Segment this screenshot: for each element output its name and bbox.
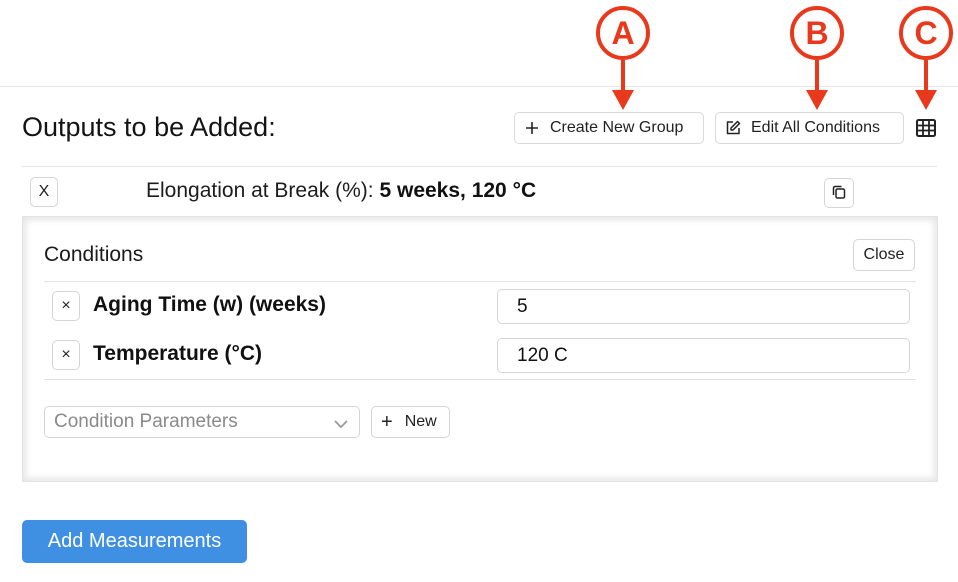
callout-c-arrow [924, 60, 928, 92]
output-property: Elongation at Break (%): [146, 179, 374, 202]
create-new-group-label: Create New Group [550, 119, 684, 136]
table-icon[interactable] [915, 118, 937, 138]
condition-label: Aging Time (w) (weeks) [93, 293, 326, 316]
remove-condition-button[interactable]: × [52, 340, 80, 370]
copy-output-button[interactable] [824, 178, 854, 208]
conditions-divider-top [44, 281, 916, 282]
new-condition-label: New [404, 413, 437, 430]
condition-parameters-placeholder: Condition Parameters [54, 411, 238, 432]
callout-a-arrow [621, 60, 625, 92]
callout-a: A [596, 6, 650, 60]
remove-condition-button[interactable]: × [52, 291, 80, 321]
output-label: Elongation at Break (%): 5 weeks, 120 °C [146, 179, 536, 203]
close-conditions-button[interactable]: Close [853, 239, 915, 271]
conditions-divider-bottom [44, 379, 916, 380]
temperature-input[interactable] [497, 338, 910, 373]
condition-parameters-select[interactable]: Condition Parameters [44, 406, 360, 438]
create-new-group-button[interactable]: Create New Group [514, 112, 704, 144]
copy-icon [831, 184, 847, 203]
callout-c-arrowhead [915, 90, 937, 110]
output-conditions-summary: 5 weeks, 120 °C [379, 179, 537, 202]
callout-b: B [790, 6, 844, 60]
callout-b-arrowhead [806, 90, 828, 110]
condition-label: Temperature (°C) [93, 342, 263, 365]
plus-icon: + [381, 411, 393, 433]
callout-a-arrowhead [612, 90, 634, 110]
plus-icon [523, 119, 541, 137]
conditions-title: Conditions [44, 243, 144, 266]
edit-icon [724, 119, 742, 137]
remove-output-button[interactable]: X [30, 177, 58, 207]
chevron-down-icon [333, 415, 349, 437]
page-title: Outputs to be Added: [22, 112, 276, 142]
new-condition-button[interactable]: + New [371, 406, 450, 438]
callout-c: C [899, 6, 953, 60]
callout-b-arrow [815, 60, 819, 92]
add-measurements-button[interactable]: Add Measurements [22, 520, 247, 563]
row-divider [22, 166, 937, 167]
edit-all-conditions-label: Edit All Conditions [751, 119, 880, 136]
edit-all-conditions-button[interactable]: Edit All Conditions [715, 112, 904, 144]
aging-time-input[interactable] [497, 289, 910, 324]
